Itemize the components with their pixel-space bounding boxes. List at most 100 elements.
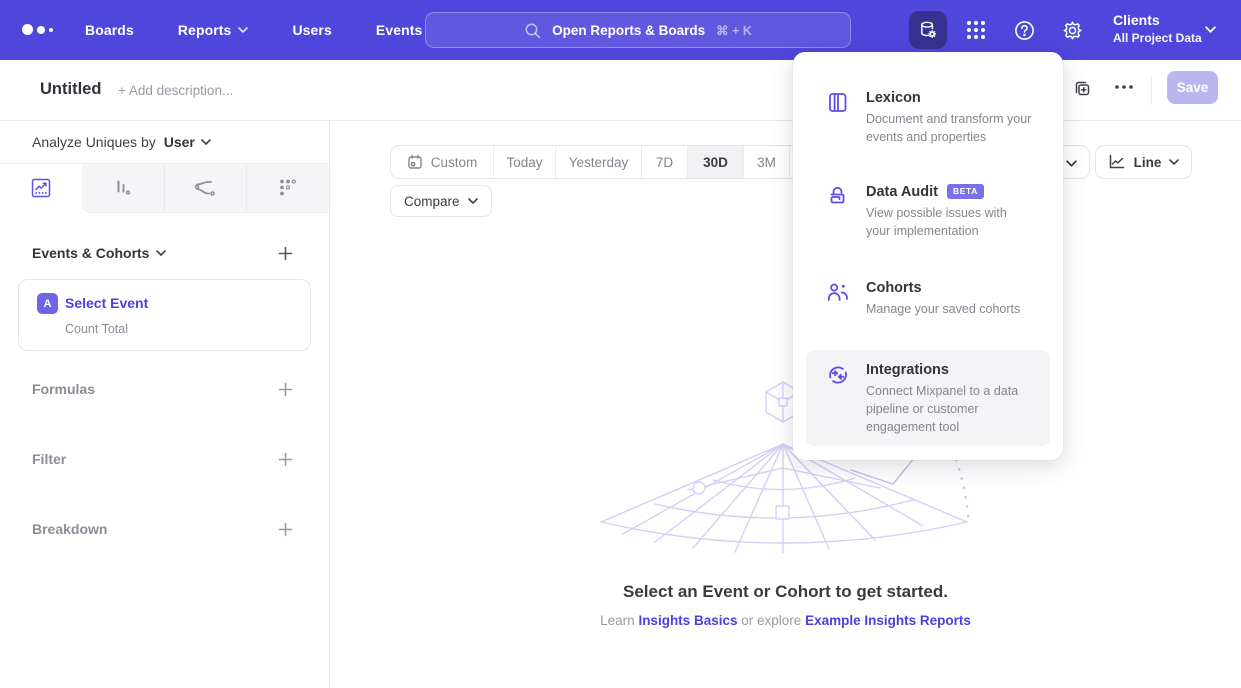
top-navigation-bar: Boards Reports Users Events Open Reports… bbox=[0, 0, 1241, 60]
search-placeholder: Open Reports & Boards bbox=[552, 23, 705, 38]
chevron-down-icon bbox=[1169, 159, 1179, 165]
compare-button[interactable]: Compare bbox=[390, 185, 492, 217]
data-management-menu: Lexicon Document and transform your even… bbox=[793, 52, 1063, 460]
event-card[interactable]: A Select Event Count Total bbox=[18, 279, 311, 351]
date-range-today[interactable]: Today bbox=[493, 146, 555, 178]
gear-icon bbox=[1061, 19, 1084, 42]
analyze-label: Analyze Uniques by bbox=[32, 134, 156, 150]
plus-icon bbox=[278, 452, 293, 467]
empty-state-title: Select an Event or Cohort to get started… bbox=[330, 582, 1241, 602]
add-event-button[interactable] bbox=[278, 246, 293, 261]
chevron-down-icon bbox=[1205, 26, 1216, 33]
menu-item-cohorts[interactable]: Cohorts Manage your saved cohorts bbox=[806, 268, 1050, 328]
analyze-row: Analyze Uniques by User bbox=[0, 121, 329, 163]
events-cohorts-header: Events & Cohorts bbox=[32, 245, 293, 261]
empty-state-subtitle: Learn Insights Basics or explore Example… bbox=[330, 613, 1241, 628]
report-type-tabs bbox=[0, 163, 329, 213]
subtitle-prefix: Learn bbox=[600, 613, 635, 628]
menu-item-integrations[interactable]: Integrations Connect Mixpanel to a data … bbox=[806, 350, 1050, 446]
duplicate-icon bbox=[1072, 79, 1092, 99]
line-chart-icon bbox=[1108, 154, 1126, 170]
nav-boards[interactable]: Boards bbox=[85, 22, 134, 38]
apps-grid-icon bbox=[965, 19, 987, 41]
insights-line-chart-icon bbox=[30, 177, 52, 199]
settings-button[interactable] bbox=[1053, 11, 1091, 49]
project-selector[interactable]: Clients All Project Data bbox=[1113, 11, 1202, 47]
plus-icon bbox=[278, 382, 293, 397]
select-event-label[interactable]: Select Event bbox=[65, 295, 148, 311]
more-options-button[interactable] bbox=[1114, 84, 1134, 90]
integrations-icon bbox=[826, 363, 850, 387]
filter-row: Filter bbox=[32, 449, 293, 469]
insights-basics-link[interactable]: Insights Basics bbox=[638, 613, 737, 628]
chevron-down-icon bbox=[156, 250, 166, 256]
add-formula-button[interactable] bbox=[278, 382, 293, 397]
date-range-7d[interactable]: 7D bbox=[641, 146, 687, 178]
cohorts-icon bbox=[826, 281, 850, 303]
search-icon bbox=[524, 22, 541, 39]
analyze-by-dropdown[interactable]: User bbox=[164, 134, 211, 150]
nav-reports[interactable]: Reports bbox=[178, 22, 249, 38]
tab-retention[interactable] bbox=[246, 164, 329, 213]
menu-item-description: Manage your saved cohorts bbox=[866, 300, 1034, 318]
query-builder-sidebar: Analyze Uniques by User bbox=[0, 121, 330, 688]
filter-label: Filter bbox=[32, 451, 66, 467]
formulas-label: Formulas bbox=[32, 381, 95, 397]
primary-nav: Boards Reports Users Events bbox=[85, 0, 422, 60]
plus-icon bbox=[278, 246, 293, 261]
add-breakdown-button[interactable] bbox=[278, 522, 293, 537]
menu-item-description: Connect Mixpanel to a data pipeline or c… bbox=[866, 382, 1034, 436]
data-management-button[interactable] bbox=[909, 11, 947, 49]
date-range-30d[interactable]: 30D bbox=[687, 146, 743, 178]
breakdown-label: Breakdown bbox=[32, 521, 107, 537]
menu-item-title: Lexicon bbox=[866, 90, 921, 106]
save-button[interactable]: Save bbox=[1167, 71, 1218, 104]
tab-flows[interactable] bbox=[164, 164, 247, 213]
chevron-down-icon bbox=[468, 198, 478, 204]
duplicate-button[interactable] bbox=[1072, 79, 1092, 99]
date-range-3m[interactable]: 3M bbox=[743, 146, 789, 178]
nav-users[interactable]: Users bbox=[292, 22, 331, 38]
menu-item-description: View possible issues with your implement… bbox=[866, 204, 1034, 240]
nav-events[interactable]: Events bbox=[376, 22, 423, 38]
menu-item-title: Integrations bbox=[866, 362, 949, 378]
menu-item-description: Document and transform your events and p… bbox=[866, 110, 1034, 146]
chevron-down-icon bbox=[1066, 160, 1077, 167]
chart-type-button[interactable]: Line bbox=[1095, 145, 1192, 179]
more-horizontal-icon bbox=[1114, 84, 1134, 90]
report-title[interactable]: Untitled bbox=[40, 80, 101, 99]
apps-grid-button[interactable] bbox=[957, 11, 995, 49]
retention-grid-icon bbox=[277, 177, 299, 199]
chevron-down-icon bbox=[238, 27, 248, 33]
help-button[interactable] bbox=[1005, 11, 1043, 49]
mixpanel-logo[interactable] bbox=[22, 24, 53, 35]
menu-item-lexicon[interactable]: Lexicon Document and transform your even… bbox=[806, 78, 1050, 156]
date-range-control: Custom Today Yesterday 7D 30D 3M 6M bbox=[390, 145, 860, 179]
tab-funnels[interactable] bbox=[82, 164, 164, 213]
project-name: All Project Data bbox=[1113, 30, 1202, 47]
tab-insights[interactable] bbox=[0, 164, 82, 213]
example-reports-link[interactable]: Example Insights Reports bbox=[805, 613, 971, 628]
menu-item-data-audit[interactable]: Data Audit BETA View possible issues with… bbox=[806, 172, 1050, 250]
add-filter-button[interactable] bbox=[278, 452, 293, 467]
help-icon bbox=[1013, 19, 1036, 42]
calendar-icon bbox=[407, 154, 423, 170]
search-input[interactable]: Open Reports & Boards ⌘ + K bbox=[425, 12, 851, 48]
search-shortcut: ⌘ + K bbox=[716, 23, 752, 38]
date-range-yesterday[interactable]: Yesterday bbox=[555, 146, 641, 178]
menu-item-title: Data Audit bbox=[866, 184, 938, 200]
lexicon-icon bbox=[826, 91, 849, 114]
breakdown-row: Breakdown bbox=[32, 519, 293, 539]
formulas-row: Formulas bbox=[32, 379, 293, 399]
count-total-label[interactable]: Count Total bbox=[65, 322, 128, 336]
database-gear-icon bbox=[917, 19, 939, 41]
add-description-field[interactable]: + Add description... bbox=[118, 83, 233, 98]
events-cohorts-dropdown[interactable]: Events & Cohorts bbox=[32, 245, 166, 261]
divider bbox=[1151, 77, 1152, 105]
plus-icon bbox=[278, 522, 293, 537]
data-audit-icon bbox=[826, 185, 849, 208]
menu-item-title: Cohorts bbox=[866, 280, 922, 296]
bar-chart-icon bbox=[112, 177, 134, 199]
date-range-custom[interactable]: Custom bbox=[391, 146, 493, 178]
beta-badge: BETA bbox=[947, 184, 984, 199]
